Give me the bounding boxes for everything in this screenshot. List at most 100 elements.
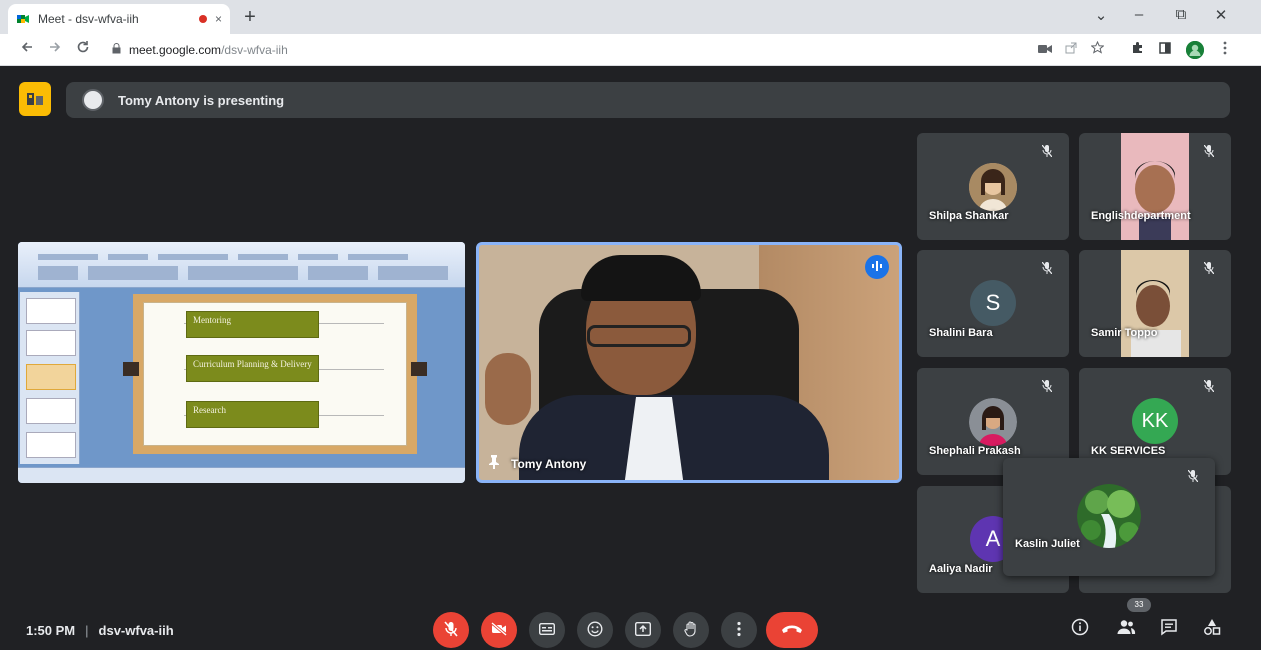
lock-icon	[112, 43, 121, 57]
participant-photo	[969, 163, 1017, 211]
chat-button[interactable]	[1157, 618, 1181, 642]
captions-icon	[538, 622, 556, 638]
meeting-details: 1:50 PM | dsv-wfva-iih	[26, 623, 174, 638]
tab-close-icon[interactable]: ×	[215, 12, 222, 26]
presenting-banner: Tomy Antony is presenting	[66, 82, 1230, 118]
people-count-badge: 33	[1127, 598, 1151, 612]
forward-arrow-icon[interactable]	[44, 40, 66, 59]
slide-thumbnail	[26, 398, 76, 424]
people-icon	[1116, 620, 1136, 640]
participant-initial-avatar: KK	[1132, 398, 1178, 444]
extensions-puzzle-icon[interactable]	[1128, 41, 1146, 59]
pin-icon[interactable]	[489, 455, 499, 472]
bookmark-star-icon[interactable]	[1088, 40, 1106, 59]
tab-title: Meet - dsv-wfva-iih	[38, 12, 139, 26]
meeting-code: dsv-wfva-iih	[98, 623, 174, 638]
browser-tab-meet[interactable]: Meet - dsv-wfva-iih ×	[8, 4, 230, 34]
participant-name: Shalini Bara	[929, 327, 993, 339]
slide-item-box: Research	[186, 401, 319, 428]
address-bar: meet.google.com/dsv-wfva-iih	[0, 34, 1261, 66]
participant-photo	[1077, 484, 1141, 548]
tab-search-chevron-down-icon[interactable]: ⌄	[1086, 6, 1116, 24]
present-icon	[634, 621, 652, 639]
more-options-button[interactable]	[721, 612, 757, 648]
back-arrow-icon[interactable]	[16, 40, 38, 59]
meeting-separator: |	[85, 623, 89, 638]
participant-name: Kaslin Juliet	[1015, 538, 1080, 550]
mic-off-icon	[1039, 379, 1055, 396]
profile-avatar[interactable]	[1186, 41, 1204, 59]
presenter-name-label: Tomy Antony	[489, 455, 586, 472]
presenting-text: Tomy Antony is presenting	[118, 92, 285, 108]
participant-tile-shilpa-shankar[interactable]: Shilpa Shankar	[917, 133, 1069, 240]
reload-icon[interactable]	[72, 40, 94, 59]
meet-favicon-icon	[16, 12, 30, 26]
ppt-slide-thumbnails	[20, 292, 80, 464]
recording-dot-icon	[198, 15, 207, 23]
toggle-camera-button[interactable]	[481, 612, 517, 648]
slide-thumbnail	[26, 432, 76, 458]
shared-screen-tile[interactable]: Mentoring Curriculum Planning & Delivery…	[18, 242, 465, 483]
chat-icon	[1160, 619, 1178, 640]
ppt-slide-frame: Mentoring Curriculum Planning & Delivery…	[123, 294, 427, 454]
mic-off-icon	[1039, 144, 1055, 161]
self-view-tile-kaslin-juliet[interactable]: Kaslin Juliet	[1003, 458, 1215, 576]
presenter-hand	[485, 353, 531, 425]
presenter-video-tile[interactable]: Tomy Antony	[476, 242, 902, 483]
slide-side-marker	[123, 362, 139, 376]
slide-item-box: Mentoring	[186, 311, 319, 338]
toggle-mic-button[interactable]	[433, 612, 469, 648]
participant-initial-avatar: S	[970, 280, 1016, 326]
ppt-ribbon	[18, 242, 465, 288]
ppt-statusbar	[18, 467, 465, 483]
window-restore-button[interactable]: ⧉	[1166, 6, 1196, 23]
participant-video	[1121, 133, 1189, 240]
speaking-indicator-icon	[865, 255, 889, 279]
slide-thumbnail	[26, 364, 76, 390]
meet-stage: Tomy Antony is presenting Mentoring Curr…	[0, 66, 1261, 650]
url-host: meet.google.com	[129, 43, 222, 57]
participant-tile-englishdepartment[interactable]: Englishdepartment	[1079, 133, 1231, 240]
window-minimize-button[interactable]: –	[1124, 6, 1154, 23]
participant-name: KK SERVICES	[1091, 445, 1166, 457]
reactions-button[interactable]	[577, 612, 613, 648]
window-close-button[interactable]: ✕	[1206, 6, 1236, 24]
info-icon	[1071, 618, 1089, 640]
slide-thumbnail	[26, 330, 76, 356]
participant-name: Samir Toppo	[1091, 327, 1158, 339]
share-icon[interactable]	[1062, 41, 1080, 59]
meeting-time: 1:50 PM	[26, 623, 76, 638]
leave-call-button[interactable]	[766, 612, 818, 648]
side-panel-icon[interactable]	[1156, 41, 1174, 59]
activities-button[interactable]	[1200, 618, 1224, 642]
camera-indicator-icon[interactable]	[1036, 41, 1054, 59]
new-tab-button[interactable]: +	[238, 6, 262, 29]
meeting-info-button[interactable]	[1068, 618, 1092, 642]
slide-side-marker	[411, 362, 427, 376]
presenter-avatar	[82, 89, 104, 111]
participant-name: Shephali Prakash	[929, 445, 1021, 457]
presenter-glasses	[587, 325, 691, 347]
mic-off-icon	[1201, 144, 1217, 161]
participant-tile-shalini-bara[interactable]: S Shalini Bara	[917, 250, 1069, 357]
participant-tile-samir-toppo[interactable]: Samir Toppo	[1079, 250, 1231, 357]
url-input[interactable]: meet.google.com/dsv-wfva-iih	[100, 38, 1020, 62]
camera-off-icon	[491, 621, 507, 639]
emoji-icon	[587, 620, 603, 640]
participant-name: Aaliya Nadir	[929, 563, 993, 575]
mic-off-icon	[444, 620, 458, 640]
mic-off-icon	[1201, 261, 1217, 278]
present-now-button[interactable]	[625, 612, 661, 648]
show-everyone-button[interactable]	[1114, 618, 1138, 642]
ppt-slide: Mentoring Curriculum Planning & Delivery…	[143, 302, 407, 446]
browser-menu-icon[interactable]	[1216, 41, 1234, 59]
mic-off-icon	[1039, 261, 1055, 278]
mic-off-icon	[1185, 469, 1201, 486]
captions-button[interactable]	[529, 612, 565, 648]
hand-icon	[684, 620, 698, 640]
slide-thumbnail	[26, 298, 76, 324]
mic-off-icon	[1201, 379, 1217, 396]
presenter-hair	[581, 255, 701, 301]
raise-hand-button[interactable]	[673, 612, 709, 648]
participant-name: Shilpa Shankar	[929, 210, 1009, 222]
